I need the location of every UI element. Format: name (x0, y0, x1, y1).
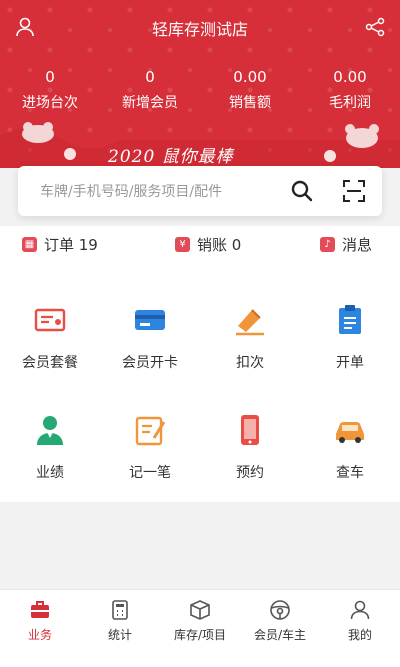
topbar: 轻库存测试店 (0, 12, 400, 42)
stat-profit[interactable]: 0.00 毛利润 (300, 66, 400, 112)
tab-stats[interactable]: 统计 (80, 590, 160, 667)
tab-members[interactable]: 会员/车主 (240, 590, 320, 667)
box-icon (190, 600, 210, 620)
header: 轻库存测试店 0 进场台次 0 新增会员 0.00 销售额 0.00 毛利润 2… (0, 0, 400, 168)
performance-icon (37, 416, 63, 445)
tab-business[interactable]: 业务 (0, 590, 80, 667)
search-icon[interactable] (290, 179, 314, 203)
stat-entries[interactable]: 0 进场台次 (0, 66, 100, 112)
calendar-icon: ▦ (22, 237, 37, 252)
grid-item-member-card[interactable]: 会员开卡 (100, 262, 200, 372)
page-title: 轻库存测试店 (151, 20, 248, 39)
feature-grid: 会员套餐 会员开卡 扣次 开单 业绩 记一笔 预约 查车 (0, 262, 400, 502)
writeoff-link[interactable]: ¥ 销账 0 (175, 234, 241, 255)
grid-item-deduct[interactable]: 扣次 (200, 262, 300, 372)
car-search-icon (336, 422, 364, 443)
grid-item-performance[interactable]: 业绩 (0, 372, 100, 482)
tab-inventory[interactable]: 库存/项目 (160, 590, 240, 667)
stats-row: 0 进场台次 0 新增会员 0.00 销售额 0.00 毛利润 (0, 66, 400, 112)
appointment-icon (241, 415, 259, 445)
banner-text: 2020 鼠你最棒 (108, 147, 234, 167)
share-icon[interactable] (362, 14, 388, 40)
messages-link[interactable]: ♪ 消息 (320, 234, 372, 255)
member-card-icon (135, 310, 165, 330)
grid-item-membership-package[interactable]: 会员套餐 (0, 262, 100, 372)
grid-item-note[interactable]: 记一笔 (100, 372, 200, 482)
search-input[interactable]: 车牌/手机号码/服务项目/配件 (40, 181, 222, 201)
stat-sales[interactable]: 0.00 销售额 (200, 66, 300, 112)
steering-wheel-icon (270, 600, 290, 620)
briefcase-icon (31, 601, 49, 618)
membership-package-icon (34, 308, 66, 332)
search-bar[interactable]: 车牌/手机号码/服务项目/配件 (18, 166, 382, 216)
orders-link[interactable]: ▦ 订单 19 (22, 234, 98, 255)
calculator-icon (112, 600, 128, 620)
tab-bar: 业务 统计 库存/项目 会员/车主 我的 (0, 589, 400, 667)
quick-bar: ▦ 订单 19 ¥ 销账 0 ♪ 消息 (0, 226, 400, 262)
grid-item-appointment[interactable]: 预约 (200, 372, 300, 482)
deduct-icon (236, 309, 264, 336)
bell-icon: ♪ (320, 237, 335, 252)
person-icon (350, 600, 370, 620)
create-order-icon (339, 305, 361, 334)
scan-icon[interactable] (342, 179, 366, 203)
tab-mine[interactable]: 我的 (320, 590, 400, 667)
stat-new-members[interactable]: 0 新增会员 (100, 66, 200, 112)
note-icon (135, 416, 166, 446)
grid-item-car-search[interactable]: 查车 (300, 372, 400, 482)
invoice-icon: ¥ (175, 237, 190, 252)
grid-item-create-order[interactable]: 开单 (300, 262, 400, 372)
